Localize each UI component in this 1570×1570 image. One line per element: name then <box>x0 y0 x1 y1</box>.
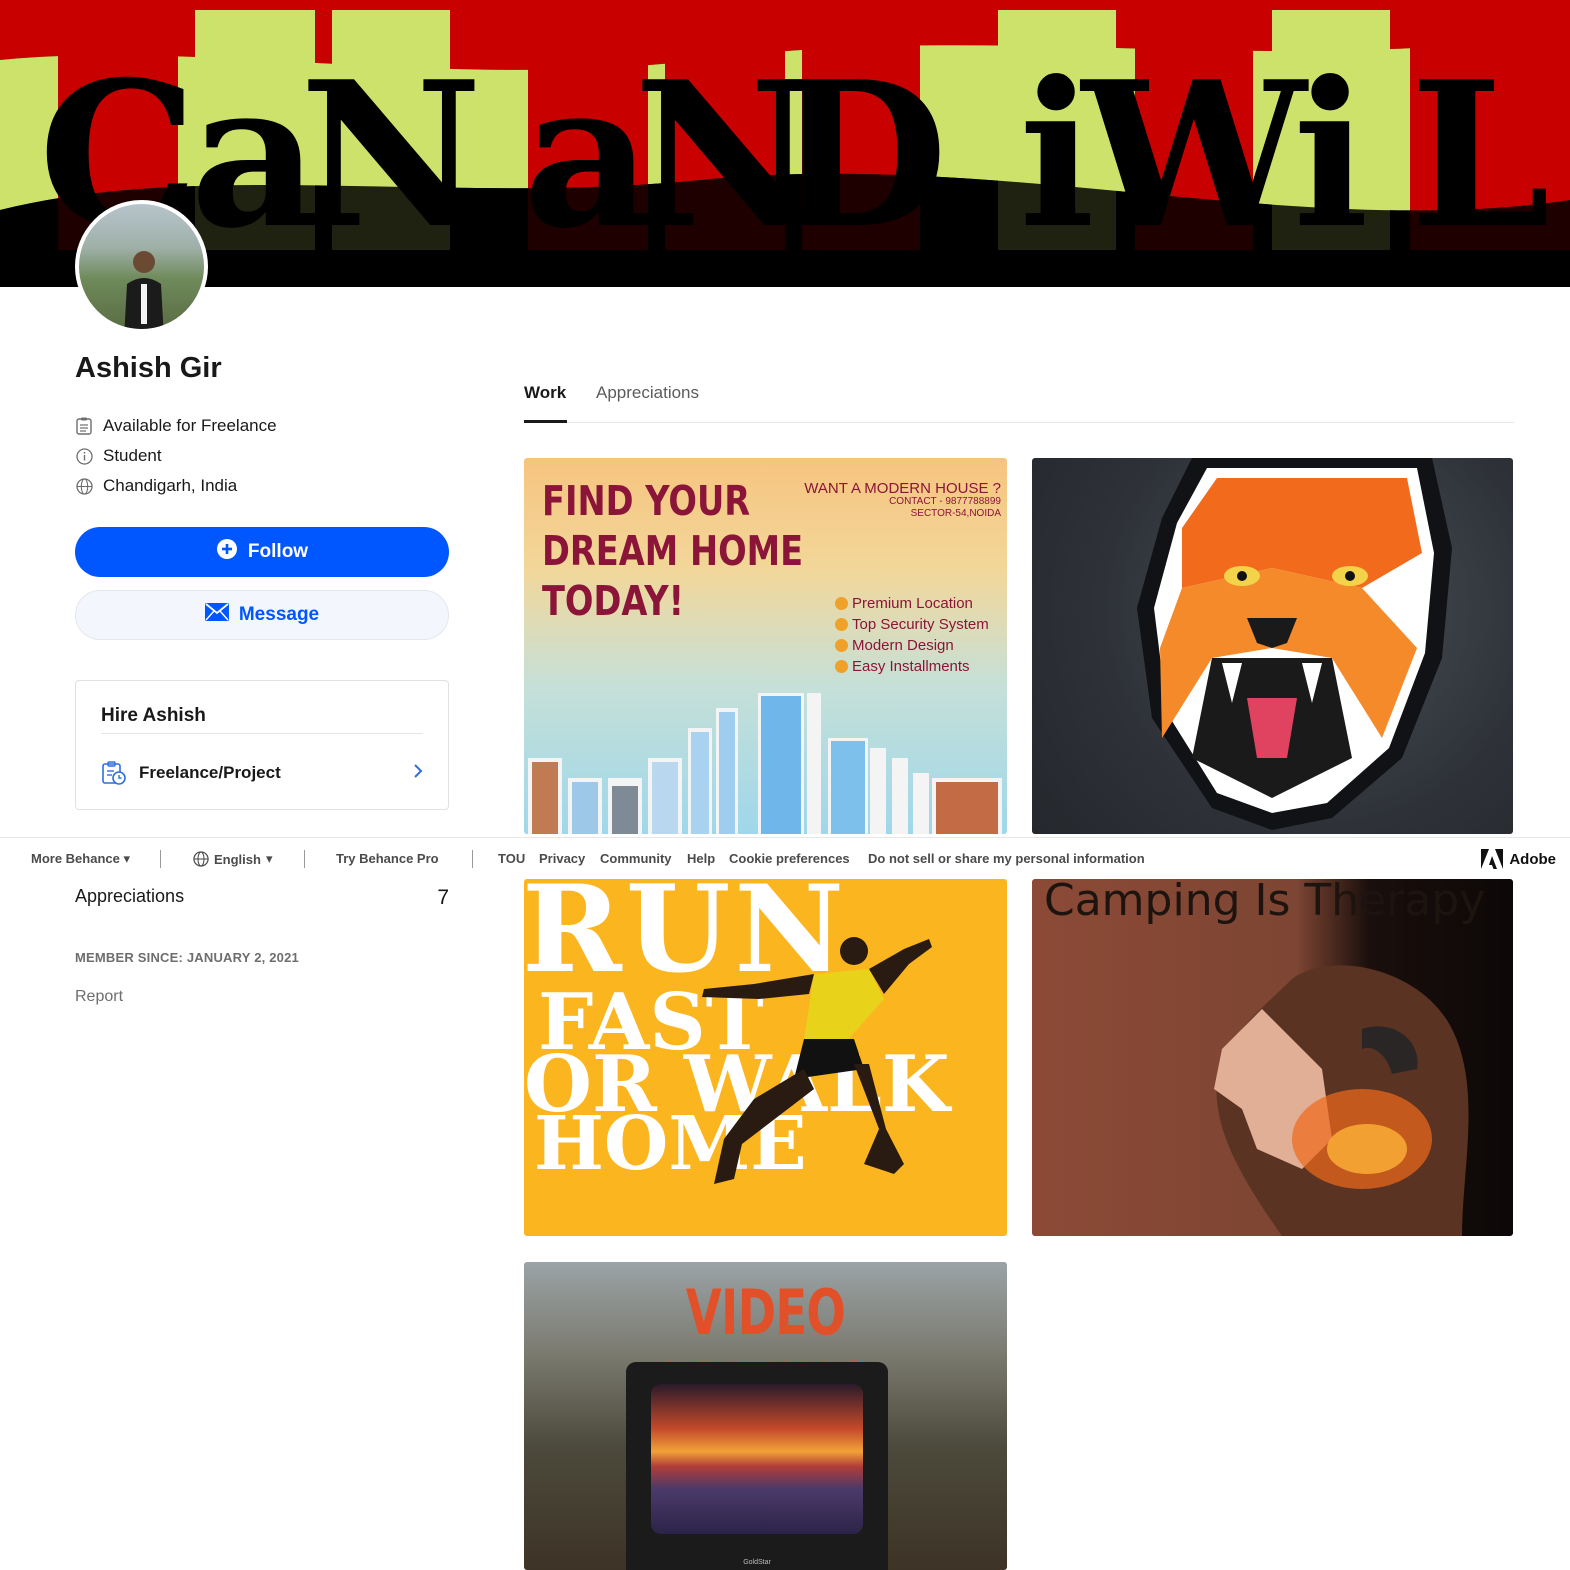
caret-down-icon: ▾ <box>265 851 273 866</box>
footer-divider <box>160 850 161 868</box>
appreciations-label: Appreciations <box>75 886 185 906</box>
adobe-brand[interactable]: Adobe <box>1481 849 1556 869</box>
appreciations-count: 7 <box>437 886 449 909</box>
info-icon <box>75 447 93 465</box>
caret-down-icon: ▾ <box>123 851 131 866</box>
hire-card: Hire Ashish Freelance/Project <box>75 680 449 810</box>
project-card-camping[interactable]: Camping Is Therapy <box>1032 879 1513 1236</box>
location-row: Chandigarh, India <box>75 476 237 496</box>
avatar-person <box>124 251 164 329</box>
location-text: Chandigarh, India <box>103 476 238 495</box>
runner-image <box>702 937 932 1184</box>
footer-divider <box>304 850 305 868</box>
svg-text:D: D <box>774 38 947 273</box>
follow-label: Follow <box>247 541 309 562</box>
project-card-tiger-logo[interactable] <box>1032 458 1513 834</box>
adobe-logo-icon <box>1481 849 1504 869</box>
availability-text: Available for Freelance <box>103 416 277 435</box>
camping-title: Camping Is Therapy <box>1044 879 1486 926</box>
profile-page: C a N a N D i W i L Ashish Gir Available… <box>0 0 1570 1570</box>
dream-home-headline: FIND YOUR DREAM HOME TODAY! <box>542 477 804 625</box>
site-footer: More Behance ▾ English ▾ Try Behance Pro… <box>0 837 1570 879</box>
check-icon <box>835 639 848 652</box>
try-behance-pro-link[interactable]: Try Behance Pro <box>336 851 439 866</box>
dream-home-features: Premium Location Top Security System Mod… <box>835 593 989 677</box>
tab-appreciations[interactable]: Appreciations <box>596 383 699 403</box>
check-icon <box>835 597 848 610</box>
check-icon <box>835 660 848 673</box>
profile-name: Ashish Gir <box>75 352 222 384</box>
globe-icon <box>193 851 209 867</box>
chevron-right-icon <box>413 763 423 784</box>
footer-divider <box>472 850 473 868</box>
svg-text:W: W <box>1080 38 1309 273</box>
camping-portrait-image <box>1214 965 1469 1236</box>
report-link[interactable]: Report <box>75 988 123 1006</box>
footer-link-do-not-sell[interactable]: Do not sell or share my personal informa… <box>868 851 1145 866</box>
footer-link-cookies[interactable]: Cookie preferences <box>729 851 850 866</box>
availability-row: Available for Freelance <box>75 416 277 436</box>
envelope-icon <box>204 603 229 627</box>
hire-option-freelance[interactable]: Freelance/Project <box>101 757 423 789</box>
svg-text:N: N <box>300 38 483 273</box>
occupation-row: Student <box>75 446 162 466</box>
appreciations-stat: Appreciations 7 <box>75 886 449 910</box>
feature-item: Easy Installments <box>835 656 989 677</box>
follow-button[interactable]: Follow <box>75 527 449 577</box>
language-menu[interactable]: English ▾ <box>193 851 272 867</box>
svg-text:i: i <box>1293 38 1369 273</box>
hire-option-label: Freelance/Project <box>139 763 281 782</box>
svg-text:L: L <box>1410 38 1551 273</box>
feature-item: Premium Location <box>835 593 989 614</box>
active-tab-indicator <box>524 420 567 423</box>
profile-tabs: Work Appreciations <box>524 380 1514 423</box>
feature-item: Modern Design <box>835 635 989 656</box>
feature-item: Top Security System <box>835 614 989 635</box>
tab-work[interactable]: Work <box>524 383 566 403</box>
project-card-dream-home[interactable]: FIND YOUR DREAM HOME TODAY! WANT A MODER… <box>524 458 1007 834</box>
project-card-run[interactable]: RUN FAST OR WALK HOME <box>524 879 1007 1236</box>
clipboard-icon <box>75 417 93 435</box>
footer-link-privacy[interactable]: Privacy <box>539 851 585 866</box>
occupation-text: Student <box>103 446 162 465</box>
hire-title: Hire Ashish <box>101 705 206 726</box>
dream-home-question: WANT A MODERN HOUSE ? <box>804 480 1001 497</box>
profile-banner: C a N a N D i W i L <box>0 0 1570 287</box>
tv-brand-label: GoldStar <box>743 1559 771 1566</box>
message-button[interactable]: Message <box>75 590 449 640</box>
hire-divider <box>101 733 423 734</box>
project-card-video-editing[interactable]: VIDEO EDITING GoldStar <box>524 1262 1007 1570</box>
message-label: Message <box>238 604 320 625</box>
member-since: MEMBER SINCE: JANUARY 2, 2021 <box>75 950 299 965</box>
tv-image: GoldStar <box>626 1362 888 1570</box>
check-icon <box>835 618 848 631</box>
footer-link-tou[interactable]: TOU <box>498 851 525 866</box>
globe-icon <box>75 477 93 495</box>
tv-screen <box>651 1384 863 1534</box>
calendar-clock-icon <box>101 760 127 786</box>
plus-circle-icon <box>216 538 238 566</box>
footer-link-community[interactable]: Community <box>600 851 672 866</box>
city-skyline-image <box>528 693 1002 834</box>
footer-link-help[interactable]: Help <box>687 851 715 866</box>
tiger-logo-image <box>1137 458 1452 830</box>
dream-home-contact: CONTACT - 9877788899 SECTOR-54,NOIDA <box>889 496 1001 519</box>
avatar[interactable] <box>75 200 208 333</box>
banner-art: C a N a N D i W i L <box>0 0 1570 287</box>
more-behance-menu[interactable]: More Behance ▾ <box>31 851 130 867</box>
